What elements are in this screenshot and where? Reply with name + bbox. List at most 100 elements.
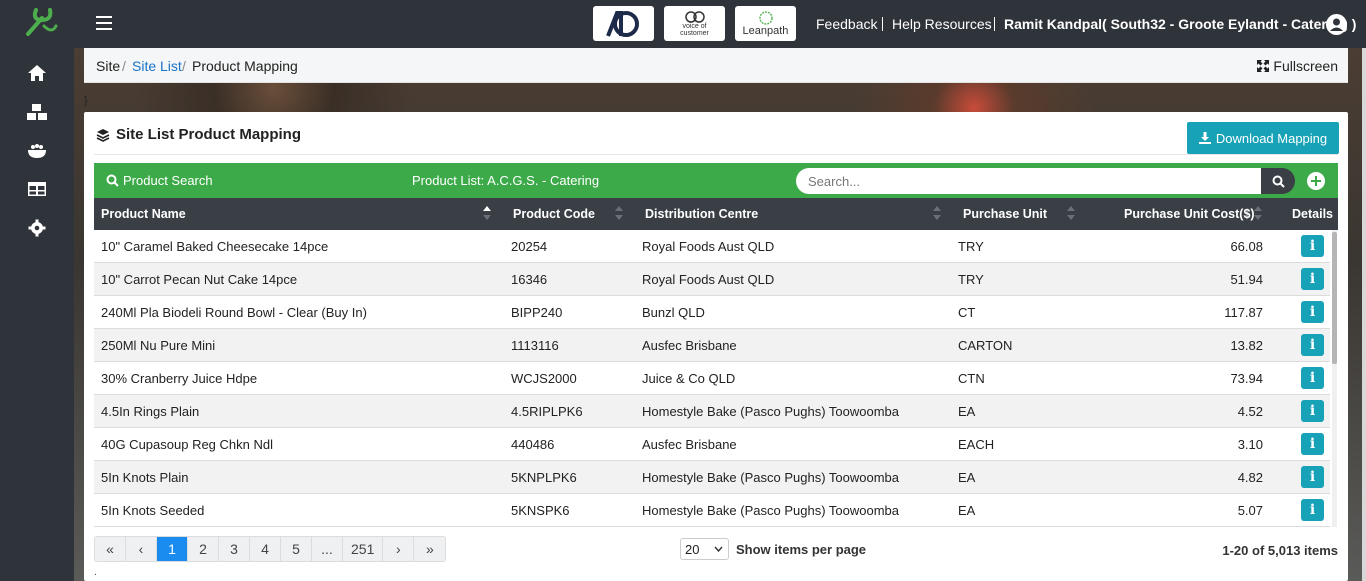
cell-distribution-centre: Royal Foods Aust QLD xyxy=(642,272,775,287)
column-purchase-unit[interactable]: Purchase Unit xyxy=(963,207,1047,221)
breadcrumb-separator: / xyxy=(122,58,126,74)
info-button[interactable]: i xyxy=(1301,334,1324,356)
cell-purchase-unit: CARTON xyxy=(958,338,1013,353)
layers-icon xyxy=(96,128,110,142)
items-count: 1-20 of 5,013 items xyxy=(1222,543,1338,558)
sidebar xyxy=(0,0,74,581)
page-first-button[interactable]: « xyxy=(95,537,126,561)
boxes-icon[interactable] xyxy=(25,101,49,123)
table-row[interactable]: 5In Knots Plain 5KNPLPK6 Homestyle Bake … xyxy=(94,461,1330,494)
plus-icon xyxy=(1311,176,1321,186)
help-resources-link[interactable]: Help Resources xyxy=(892,16,992,32)
nav-divider xyxy=(882,17,883,31)
cell-purchase-unit-cost: 117.87 xyxy=(1224,305,1263,320)
nav-divider xyxy=(994,17,995,31)
page-button[interactable]: 251 xyxy=(343,537,384,561)
product-search-bar: Product Search Product List: A.C.G.S. - … xyxy=(94,163,1338,198)
info-button[interactable]: i xyxy=(1301,499,1324,521)
page-button-active[interactable]: 1 xyxy=(157,537,188,561)
add-product-button[interactable] xyxy=(1307,172,1325,190)
sort-icon[interactable] xyxy=(615,205,623,221)
menu-toggle-icon[interactable] xyxy=(96,16,112,30)
cell-distribution-centre: Juice & Co QLD xyxy=(642,371,736,386)
divider xyxy=(94,154,1338,155)
cell-product-name: 40G Cupasoup Reg Chkn Ndl xyxy=(101,437,273,452)
cell-product-code: 5KNPLPK6 xyxy=(511,470,577,485)
voice-of-customer-logo[interactable]: voice of customer xyxy=(664,6,725,41)
cell-purchase-unit-cost: 13.82 xyxy=(1230,338,1263,353)
table-icon[interactable] xyxy=(25,178,49,200)
info-button[interactable]: i xyxy=(1301,433,1324,455)
info-button[interactable]: i xyxy=(1301,367,1324,389)
cell-purchase-unit-cost: 5.07 xyxy=(1237,503,1263,518)
user-name[interactable]: Ramit Kandpal( South32 - Groote Eylandt … xyxy=(1004,16,1356,32)
table-row[interactable]: 4.5In Rings Plain 4.5RIPLPK6 Homestyle B… xyxy=(94,395,1330,428)
sort-icon[interactable] xyxy=(1254,205,1262,221)
table-row[interactable]: 10" Carrot Pecan Nut Cake 14pce 16346 Ro… xyxy=(94,263,1330,296)
cell-purchase-unit: TRY xyxy=(958,239,984,254)
sort-icon[interactable] xyxy=(1067,205,1075,221)
page-scrollbar[interactable] xyxy=(1362,48,1366,581)
ad-brand-logo[interactable] xyxy=(593,6,654,41)
page-button[interactable]: 4 xyxy=(250,537,281,561)
breadcrumb-site-list[interactable]: Site List xyxy=(132,58,182,74)
cell-product-code: 1113116 xyxy=(511,338,559,353)
page-button[interactable]: 5 xyxy=(281,537,312,561)
items-per-page-label: Show items per page xyxy=(736,542,867,557)
column-product-name[interactable]: Product Name xyxy=(101,207,186,221)
user-avatar-icon[interactable] xyxy=(1326,14,1347,35)
cell-product-name: 10" Carrot Pecan Nut Cake 14pce xyxy=(101,272,298,287)
search-input[interactable] xyxy=(796,168,1262,194)
page-ellipsis[interactable]: ... xyxy=(312,537,343,561)
cell-product-name: 5In Knots Seeded xyxy=(101,503,205,518)
info-button[interactable]: i xyxy=(1301,301,1324,323)
table-scrollbar[interactable] xyxy=(1332,230,1337,527)
page-next-button[interactable]: › xyxy=(383,537,415,561)
page-button[interactable]: 3 xyxy=(219,537,250,561)
bowl-icon[interactable] xyxy=(25,140,49,162)
app-logo-icon[interactable] xyxy=(22,4,60,40)
settings-icon[interactable] xyxy=(25,217,49,239)
breadcrumb-current: Product Mapping xyxy=(192,58,298,74)
column-distribution-centre[interactable]: Distribution Centre xyxy=(645,207,758,221)
cell-distribution-centre: Ausfec Brisbane xyxy=(642,437,737,452)
download-mapping-button[interactable]: Download Mapping xyxy=(1187,122,1339,154)
sort-asc-icon[interactable] xyxy=(483,205,491,221)
table-scrollbar-thumb[interactable] xyxy=(1332,232,1337,364)
search-button[interactable] xyxy=(1261,168,1295,194)
column-product-code[interactable]: Product Code xyxy=(513,207,595,221)
page-button[interactable]: 2 xyxy=(188,537,219,561)
cell-purchase-unit-cost: 4.82 xyxy=(1237,470,1263,485)
home-icon[interactable] xyxy=(25,62,49,84)
table-row[interactable]: 30% Cranberry Juice Hdpe WCJS2000 Juice … xyxy=(94,362,1330,395)
info-button[interactable]: i xyxy=(1301,400,1324,422)
cell-distribution-centre: Homestyle Bake (Pasco Pughs) Toowoomba xyxy=(642,470,899,485)
table-row[interactable]: 250Ml Nu Pure Mini 1113116 Ausfec Brisba… xyxy=(94,329,1330,362)
leanpath-logo[interactable]: Leanpath xyxy=(735,6,796,41)
cell-purchase-unit: TRY xyxy=(958,272,984,287)
pagination: « ‹ 1 2 3 4 5 ... 251 › » xyxy=(94,536,447,562)
page-prev-button[interactable]: ‹ xyxy=(126,537,157,561)
table-row[interactable]: 5In Knots Seeded 5KNSPK6 Homestyle Bake … xyxy=(94,494,1330,527)
items-per-page-select[interactable]: 20 xyxy=(680,538,729,560)
fullscreen-button[interactable]: Fullscreen xyxy=(1257,58,1338,74)
cell-purchase-unit: CT xyxy=(958,305,976,320)
breadcrumb-site[interactable]: Site xyxy=(96,58,120,74)
sort-icon[interactable] xyxy=(933,205,941,221)
column-details: Details xyxy=(1292,207,1333,221)
cell-purchase-unit-cost: 4.52 xyxy=(1237,404,1263,419)
table-row[interactable]: 10" Caramel Baked Cheesecake 14pce 20254… xyxy=(94,230,1330,263)
column-purchase-unit-cost[interactable]: Purchase Unit Cost($) xyxy=(1124,207,1255,221)
cell-product-name: 10" Caramel Baked Cheesecake 14pce xyxy=(101,239,329,254)
info-button[interactable]: i xyxy=(1301,466,1324,488)
cell-product-name: 30% Cranberry Juice Hdpe xyxy=(101,371,258,386)
info-button[interactable]: i xyxy=(1301,235,1324,257)
expand-icon xyxy=(1257,60,1270,72)
feedback-link[interactable]: Feedback xyxy=(816,16,877,32)
chevron-down-icon xyxy=(714,546,723,552)
info-button[interactable]: i xyxy=(1301,268,1324,290)
cell-purchase-unit: EA xyxy=(958,404,976,419)
table-row[interactable]: 240Ml Pla Biodeli Round Bowl - Clear (Bu… xyxy=(94,296,1330,329)
table-row[interactable]: 40G Cupasoup Reg Chkn Ndl 440486 Ausfec … xyxy=(94,428,1330,461)
page-last-button[interactable]: » xyxy=(414,537,446,561)
